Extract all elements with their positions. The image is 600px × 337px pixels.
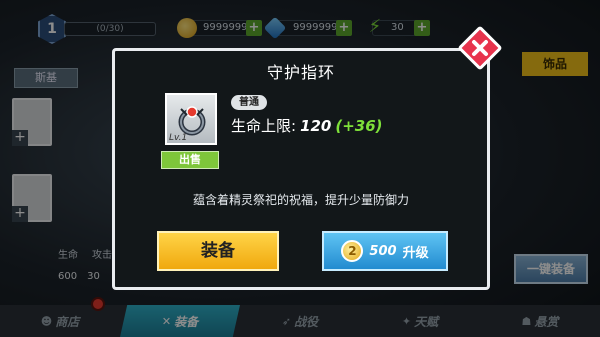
item-level: Lv.1 — [169, 133, 188, 143]
stat-line: 生命上限: 120 (+36) — [231, 115, 383, 136]
item-description: 蕴含着精灵祭祀的祝福，提升少量防御力 — [192, 193, 409, 207]
sell-button[interactable]: 出售 — [161, 151, 219, 169]
upgrade-button[interactable]: 2 500 升级 — [322, 231, 448, 271]
ring-icon — [178, 106, 206, 136]
stat-value: 120 — [300, 117, 332, 135]
coin-icon: 2 — [341, 240, 364, 262]
upgrade-label: 升级 — [402, 245, 429, 261]
item-icon-frame: Lv.1 — [165, 93, 217, 145]
upgrade-cost: 500 — [369, 243, 397, 259]
stat-label: 生命上限: — [231, 117, 297, 135]
stat-bonus: (+36) — [335, 117, 383, 135]
equip-button[interactable]: 装备 — [157, 231, 279, 271]
close-icon — [467, 35, 493, 61]
item-detail-dialog: 守护指环 Lv.1 出售 普通 生命上限: 120 (+36) 蕴含着精灵祭祀的祝福… — [112, 48, 490, 290]
rarity-badge: 普通 — [231, 95, 267, 110]
item-name-title: 守护指环 — [266, 63, 335, 82]
